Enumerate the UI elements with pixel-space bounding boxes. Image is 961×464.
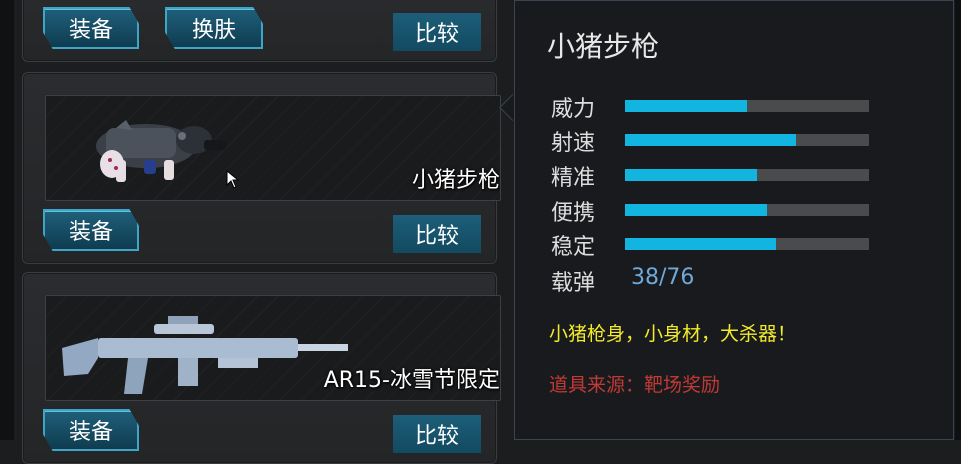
stat-row-ammo: 载弹 38/76 bbox=[551, 265, 881, 299]
weapon-image-slot: 小猪步枪 bbox=[45, 95, 501, 201]
stat-row-portability: 便携 bbox=[551, 195, 881, 229]
pig-rifle-image bbox=[96, 120, 226, 182]
stat-bar bbox=[625, 169, 869, 181]
stat-bar-fill bbox=[625, 238, 777, 250]
ammo-value: 38/76 bbox=[631, 265, 695, 290]
left-margin bbox=[0, 0, 14, 440]
tooltip-title: 小猪步枪 bbox=[547, 30, 660, 63]
equip-button[interactable]: 装备 bbox=[43, 409, 139, 451]
equip-button[interactable]: 装备 bbox=[43, 7, 139, 49]
stat-label: 射速 bbox=[551, 131, 596, 156]
stat-label: 稳定 bbox=[551, 235, 596, 260]
stat-row-power: 威力 bbox=[551, 91, 881, 125]
weapon-card-ar15[interactable]: AR15-冰雪节限定 装备 比较 bbox=[22, 272, 501, 464]
stat-bar-fill bbox=[625, 204, 767, 216]
weapon-description: 小猪枪身，小身材，大杀器！ bbox=[549, 323, 797, 345]
ar15-rifle-image bbox=[62, 316, 348, 394]
stat-bar-fill bbox=[625, 169, 757, 181]
stat-bar-fill bbox=[625, 134, 796, 146]
ammo-label: 载弹 bbox=[551, 271, 596, 296]
stat-bar-fill bbox=[625, 100, 747, 112]
stat-bar bbox=[625, 100, 869, 112]
stat-row-accuracy: 精准 bbox=[551, 160, 881, 194]
stat-bar bbox=[625, 204, 869, 216]
compare-button[interactable]: 比较 bbox=[393, 215, 481, 253]
stat-row-stability: 稳定 bbox=[551, 229, 881, 263]
stat-label: 精准 bbox=[551, 166, 596, 191]
weapon-card-top: 装备 换肤 比较 bbox=[22, 0, 497, 62]
right-margin bbox=[955, 0, 961, 440]
item-source: 道具来源：靶场奖励 bbox=[549, 374, 721, 396]
stat-row-fire-rate: 射速 bbox=[551, 125, 881, 159]
weapon-card-pig-rifle[interactable]: 小猪步枪 装备 比较 bbox=[22, 72, 501, 264]
stat-bar bbox=[625, 134, 869, 146]
stat-bar bbox=[625, 238, 869, 250]
weapon-name: AR15-冰雪节限定 bbox=[323, 368, 500, 393]
stat-label: 威力 bbox=[551, 97, 596, 122]
compare-button[interactable]: 比较 bbox=[393, 13, 481, 51]
compare-button[interactable]: 比较 bbox=[393, 415, 481, 453]
stat-label: 便携 bbox=[551, 201, 596, 226]
skin-button[interactable]: 换肤 bbox=[165, 7, 263, 49]
equip-button[interactable]: 装备 bbox=[43, 209, 139, 251]
weapon-name: 小猪步枪 bbox=[411, 168, 500, 193]
weapon-tooltip: 小猪步枪 威力 射速 精准 便携 稳定 载弹 38/76 小猪枪身，小身材，大杀… bbox=[514, 0, 954, 440]
mouse-cursor-icon bbox=[226, 170, 240, 189]
weapon-image-slot: AR15-冰雪节限定 bbox=[45, 295, 501, 401]
